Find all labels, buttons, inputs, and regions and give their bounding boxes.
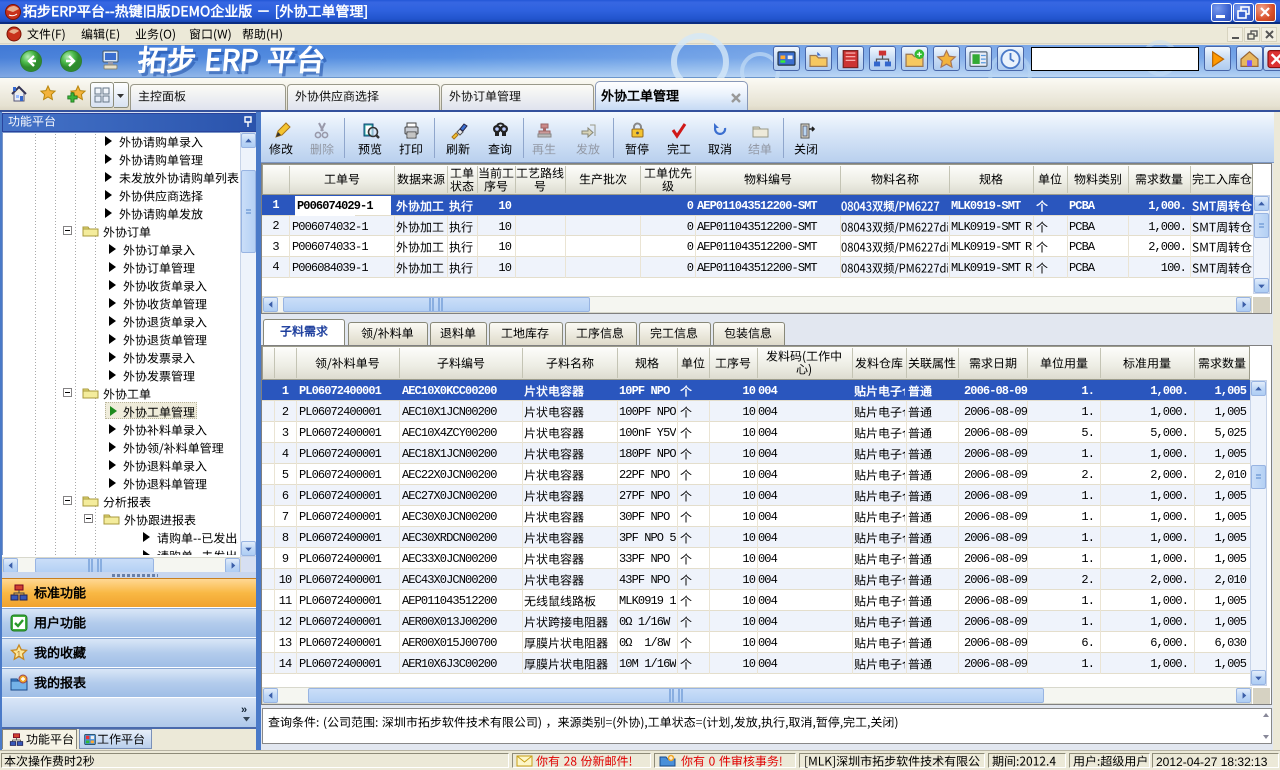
svg-text:1: 1 [17,650,22,659]
